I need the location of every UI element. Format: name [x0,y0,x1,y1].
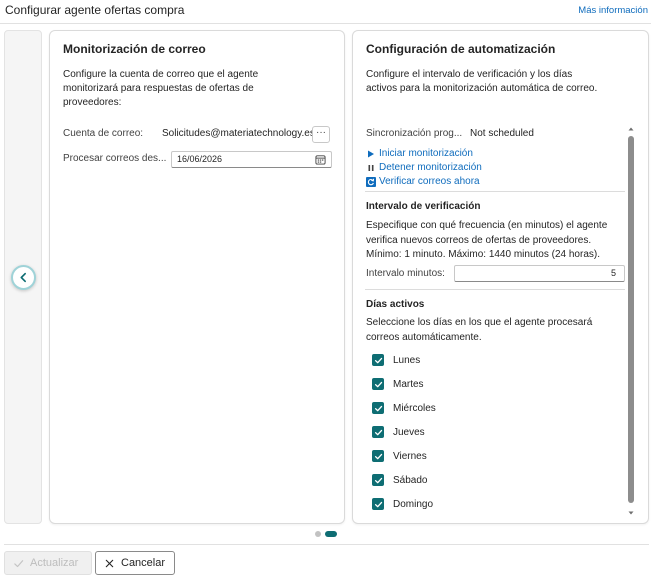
checkmark-icon [374,405,382,411]
chevron-left-icon [20,272,26,283]
day-label: Viernes [393,450,427,462]
checkmark-icon [374,381,382,387]
verify-now-label: Verificar correos ahora [379,176,480,187]
calendar-icon[interactable] [315,154,326,165]
cancel-button[interactable]: Cancelar [95,551,175,575]
day-checkbox-row[interactable]: Miércoles [372,402,436,414]
cancel-label: Cancelar [121,557,166,569]
process-from-date-value: 16/06/2026 [177,154,223,164]
email-card-title: Monitorización de correo [63,42,206,56]
verify-now-link[interactable]: Verificar correos ahora [366,176,480,187]
automation-card-description: Configure el intervalo de verificación y… [366,69,598,94]
scroll-down-arrow-icon[interactable] [628,510,634,516]
day-checkbox[interactable] [372,450,384,462]
day-checkbox[interactable] [372,498,384,510]
previous-page-button[interactable] [11,265,36,290]
update-button[interactable]: Actualizar [4,551,92,575]
vertical-scrollbar[interactable] [627,126,635,516]
day-label: Domingo [393,498,434,510]
day-checkbox-row[interactable]: Martes [372,378,424,390]
pause-icon [366,163,376,173]
start-monitoring-label: Iniciar monitorización [379,148,473,159]
day-checkbox[interactable] [372,378,384,390]
checkmark-icon [374,357,382,363]
email-lookup-button[interactable]: ··· [312,126,330,143]
days-section-description: Seleccione los días en los que el agente… [366,317,593,343]
checkmark-icon [374,477,382,483]
email-card-description: Configure la cuenta de correo que el age… [63,69,259,108]
interval-label: Intervalo minutos: [366,268,445,279]
scroll-up-arrow-icon[interactable] [628,126,634,132]
day-label: Lunes [393,354,421,366]
checkmark-icon [374,429,382,435]
day-label: Jueves [393,426,425,438]
day-label: Miércoles [393,402,436,414]
process-from-date-input[interactable]: 16/06/2026 [171,151,332,168]
dialog-header: Configurar agente ofertas compra Más inf… [0,0,651,24]
day-label: Martes [393,378,424,390]
day-checkbox-row[interactable]: Viernes [372,450,427,462]
page-indicator [315,531,337,537]
dialog-title: Configurar agente ofertas compra [5,3,185,17]
section-divider [365,191,625,192]
interval-section-title: Intervalo de verificación [366,201,481,212]
page-dot-2[interactable] [325,531,337,537]
interval-section-description: Especifique con qué frecuencia (en minut… [366,220,608,260]
stop-monitoring-link[interactable]: Detener monitorización [366,162,482,173]
day-checkbox[interactable] [372,354,384,366]
play-icon [366,149,376,159]
footer-divider [4,544,649,545]
page-dot-1[interactable] [315,531,321,537]
automation-card-title: Configuración de automatización [366,42,556,56]
sync-value: Not scheduled [470,128,534,139]
checkmark-icon [14,559,24,567]
day-checkbox[interactable] [372,402,384,414]
dismiss-icon [105,559,114,567]
day-checkbox[interactable] [372,426,384,438]
days-section-title: Días activos [366,299,425,310]
checkmark-icon [374,501,382,507]
day-checkbox-row[interactable]: Sábado [372,474,427,486]
interval-minutes-input[interactable]: 5 [454,265,625,282]
process-from-label: Procesar correos des... [63,153,167,164]
email-account-value: Solicitudes@materiatechnology.es [162,128,315,139]
more-info-link[interactable]: Más información [578,5,648,16]
section-divider [365,289,625,290]
update-label: Actualizar [30,557,79,569]
start-monitoring-link[interactable]: Iniciar monitorización [366,148,473,159]
day-checkbox-row[interactable]: Lunes [372,354,420,366]
automation-card: Configuración de automatización Configur… [352,30,649,524]
day-checkbox-row[interactable]: Domingo [372,498,433,510]
day-checkbox[interactable] [372,474,384,486]
day-label: Sábado [393,474,428,486]
email-account-label: Cuenta de correo: [63,128,144,139]
email-monitoring-card: Monitorización de correo Configure la cu… [49,30,345,524]
refresh-icon [366,176,376,187]
automation-scroll-area[interactable]: Sincronización prog... Not scheduled Ini… [353,126,648,523]
scroll-thumb[interactable] [628,136,634,503]
day-checkbox-row[interactable]: Jueves [372,426,425,438]
sync-label: Sincronización prog... [366,128,463,139]
stop-monitoring-label: Detener monitorización [379,162,482,173]
checkmark-icon [374,453,382,459]
